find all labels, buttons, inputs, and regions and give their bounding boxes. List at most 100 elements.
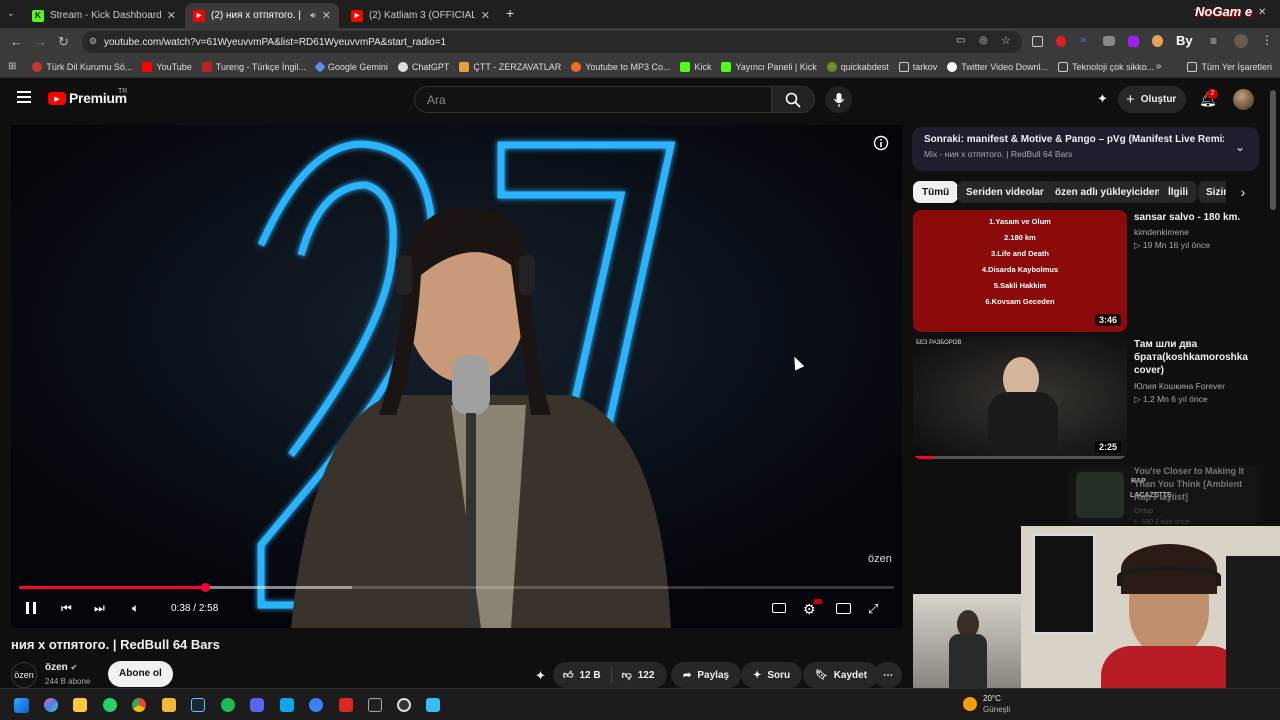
chevron-down-icon[interactable]: ⌄ xyxy=(1235,140,1245,154)
youtube-logo-icon[interactable]: ▶ xyxy=(48,92,66,105)
discord-icon[interactable] xyxy=(250,698,264,712)
terminal-icon[interactable] xyxy=(368,698,382,712)
tab-youtube-katliam[interactable]: ▶ (2) Katliam 3 (OFFICIAL VIDEO) ✕ xyxy=(343,3,498,28)
extension-icon[interactable] xyxy=(1152,35,1163,47)
whatsapp-icon[interactable] xyxy=(103,698,117,712)
tab-kick-dashboard[interactable]: K Stream - Kick Dashboard ✕ xyxy=(24,3,184,28)
media-control-icon[interactable]: ≡ xyxy=(1210,34,1217,48)
new-tab-plus-icon[interactable]: + xyxy=(506,5,514,21)
app-icon[interactable] xyxy=(280,698,294,712)
all-bookmarks[interactable]: Tüm Yer İşaretleri xyxy=(1187,61,1272,72)
ask-button[interactable]: ✦ Soru xyxy=(741,662,803,688)
premium-gift-icon[interactable]: ✦ xyxy=(535,668,546,684)
cast-icon[interactable]: ▭ xyxy=(956,35,965,46)
extension-icon[interactable] xyxy=(1056,36,1066,47)
close-icon[interactable]: ✕ xyxy=(481,9,490,22)
bookmark-kick[interactable]: Kick xyxy=(680,61,711,72)
bookmark-quickabdest[interactable]: quickabdest xyxy=(826,61,889,72)
extension-icon[interactable] xyxy=(1128,36,1139,47)
bookmark-youtube[interactable]: YouTube xyxy=(142,61,192,72)
dislike-button[interactable]: 👎︎ 122 xyxy=(612,669,665,682)
extension-icon[interactable] xyxy=(1103,36,1115,46)
create-button[interactable]: + Oluştur xyxy=(1118,86,1186,113)
more-actions-button[interactable]: ⋯ xyxy=(874,662,902,688)
share-button[interactable]: ➦ Paylaş xyxy=(671,662,742,688)
chip-uploader[interactable]: özen adlı yükleyiciden xyxy=(1046,181,1170,203)
next-button[interactable]: ⏭︎ xyxy=(94,601,105,616)
theater-mode-icon[interactable] xyxy=(836,603,851,614)
menu-dots-icon[interactable]: ⋮ xyxy=(1261,33,1273,47)
app-icon[interactable] xyxy=(309,698,323,712)
eye-off-icon[interactable]: ◎ xyxy=(979,35,988,46)
app-icon[interactable] xyxy=(426,698,440,712)
previous-button[interactable]: ⏮︎ xyxy=(61,601,72,616)
bookmark-chatgpt[interactable]: ChatGPT xyxy=(397,61,449,72)
volume-button[interactable]: 🔈︎ xyxy=(132,601,139,616)
bookmark-tdk[interactable]: Türk Dil Kurumu Sö... xyxy=(32,61,132,72)
rec-thumbnail[interactable]: 1.Yasam ve Olum 2.180 km 3.Life and Deat… xyxy=(913,210,1127,332)
channel-name[interactable]: özen ✔ xyxy=(45,662,77,673)
window-close-icon[interactable]: ✕ xyxy=(1258,7,1266,18)
sunny-weather-icon[interactable] xyxy=(963,697,977,711)
bookmark-gemini[interactable]: Google Gemini xyxy=(314,60,388,73)
bookmark-teknoloji[interactable]: Teknoloji çok sikko... xyxy=(1058,61,1154,72)
profile-avatar[interactable] xyxy=(1234,34,1248,48)
spotify-icon[interactable] xyxy=(221,698,235,712)
bookmark-ctt[interactable]: ÇTT - ZERZAVATLAR xyxy=(459,61,561,72)
speaker-icon[interactable]: 🔊︎ xyxy=(310,10,316,21)
hamburger-menu-icon[interactable] xyxy=(17,91,31,103)
extension-icon[interactable]: » xyxy=(1080,34,1086,46)
channel-avatar[interactable]: özen xyxy=(11,662,37,688)
bookmark-tarkov[interactable]: tarkov xyxy=(898,61,937,72)
chip-all[interactable]: Tümü xyxy=(913,181,959,203)
copilot-icon[interactable] xyxy=(44,698,58,712)
up-next-mix-panel[interactable]: Sonraki: manifest & Motive & Pango – pVg… xyxy=(912,127,1259,171)
fullscreen-icon[interactable]: ⤢ xyxy=(868,601,878,617)
chevron-right-icon[interactable]: › xyxy=(1229,181,1257,205)
bookmark-star-icon[interactable]: ☆ xyxy=(1001,34,1011,47)
site-info-icon[interactable]: ⚙ xyxy=(89,36,97,47)
forward-icon[interactable]: → xyxy=(34,34,47,49)
chip-for-you[interactable]: Sizin için xyxy=(1198,181,1226,203)
chrome-icon[interactable] xyxy=(132,698,146,712)
minimize-icon[interactable]: ─ xyxy=(1194,7,1198,13)
chip-series[interactable]: Seriden videolar xyxy=(957,181,1053,203)
reload-icon[interactable]: ↻ xyxy=(58,34,69,50)
premium-gift-icon[interactable]: ✦ xyxy=(1097,91,1108,107)
apps-grid-icon[interactable]: ⊞ xyxy=(8,61,16,72)
user-avatar[interactable] xyxy=(1233,89,1254,110)
rec-thumbnail[interactable]: БЕЗ РАЗБОРОВ 2:25 xyxy=(913,337,1127,459)
subscribe-button[interactable]: Abone ol xyxy=(108,661,173,687)
windows-start-icon[interactable] xyxy=(14,698,29,713)
close-icon[interactable]: ✕ xyxy=(167,9,176,22)
save-button[interactable]: 🔖︎ Kaydet xyxy=(803,662,880,688)
subtitles-icon[interactable] xyxy=(772,603,786,613)
bookmark-tureng[interactable]: Tureng - Türkçe İngil... xyxy=(201,61,306,72)
file-explorer-icon[interactable] xyxy=(162,698,176,712)
video-player[interactable]: özen ⏮︎ ⏭︎ 🔈︎ 0:38 / 2:58 ⚙ ⤢ xyxy=(11,125,902,628)
tab-youtube-redbull[interactable]: ▶ (2) ния x отпятого. | RedBul 🔊︎ ✕ xyxy=(185,3,339,28)
search-input[interactable]: Ara xyxy=(414,86,772,113)
bookmark-twitter-dl[interactable]: Twitter Video Downl... xyxy=(947,61,1048,72)
like-button[interactable]: 👍︎ 12 B xyxy=(553,667,612,683)
rec-title[interactable]: Там шли два брата(koshkamoroshka cover) xyxy=(1134,338,1264,377)
more-bookmarks-icon[interactable]: » xyxy=(1156,61,1162,72)
rec-card-dimmed[interactable]: RAP LACAZETTE You're Closer to Making It… xyxy=(1070,466,1260,524)
bookmark-ytmp3[interactable]: Youtube to MP3 Co... xyxy=(571,61,670,72)
obs-icon[interactable] xyxy=(397,698,411,712)
search-button[interactable] xyxy=(771,86,815,113)
close-icon[interactable]: ✕ xyxy=(322,9,331,22)
page-scrollbar-thumb[interactable] xyxy=(1270,90,1276,210)
info-icon[interactable] xyxy=(873,135,889,151)
rec-channel[interactable]: Юлия Кошкина Forever xyxy=(1134,381,1225,391)
back-icon[interactable]: ← xyxy=(10,34,23,49)
sticky-notes-icon[interactable] xyxy=(73,698,87,712)
bookmark-kick-panel[interactable]: Yayıncı Paneli | Kick xyxy=(721,61,817,72)
chip-related[interactable]: İlgili xyxy=(1159,181,1197,203)
url-bar[interactable]: ⚙ youtube.com/watch?v=61WyeuvvmPA&list=R… xyxy=(82,31,1022,53)
extension-icon[interactable] xyxy=(1032,36,1043,47)
tab-search-icon[interactable]: ⌄ xyxy=(7,8,15,19)
steam-icon[interactable] xyxy=(191,698,205,712)
pause-button[interactable] xyxy=(26,601,36,617)
rec-title[interactable]: sansar salvo - 180 km. xyxy=(1134,211,1264,224)
